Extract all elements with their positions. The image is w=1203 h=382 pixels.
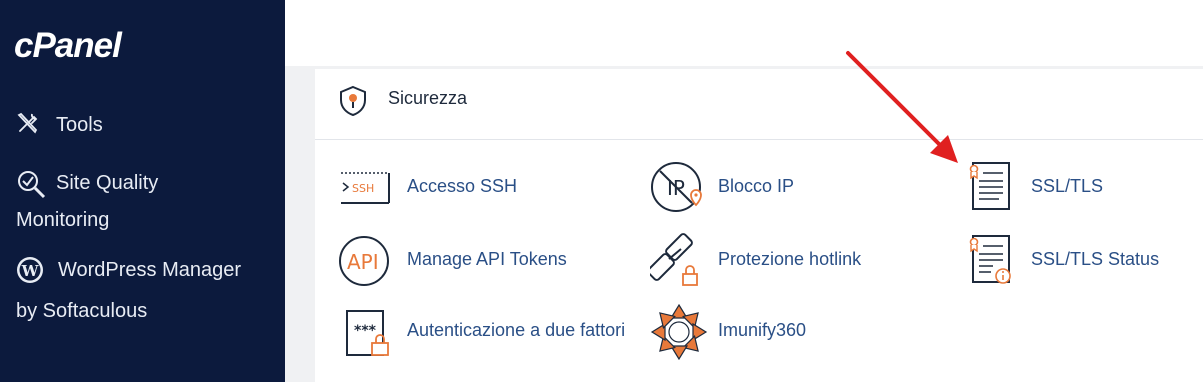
item-label: Autenticazione a due fattori: [407, 320, 626, 340]
sidebar-item-label-line1: Site Quality: [56, 172, 159, 194]
magnifier-check-icon: [18, 171, 46, 199]
ssh-terminal-icon: SSH: [341, 172, 390, 204]
two-factor-lock-icon: ***: [346, 310, 389, 356]
sidebar-item-label-line2: Monitoring: [16, 209, 110, 231]
sidebar: cPanel Tools Site Quality Monitoring W W…: [0, 0, 285, 382]
svg-text:API: API: [347, 250, 379, 274]
svg-text:IP: IP: [667, 176, 685, 200]
svg-text:SSH: SSH: [352, 182, 374, 195]
chain-link-lock-icon: [650, 233, 698, 286]
certificate-icon: [969, 162, 1010, 210]
ip-block-icon: IP: [651, 162, 702, 212]
section-title: Sicurezza: [388, 88, 468, 108]
item-label: SSL/TLS Status: [1031, 249, 1160, 269]
certificate-info-icon: [969, 235, 1011, 284]
imunify360-icon: [650, 303, 708, 361]
svg-text:***: ***: [354, 323, 377, 339]
sidebar-item-label-line2: by Softaculous: [16, 300, 148, 322]
item-label: SSL/TLS: [1031, 176, 1104, 196]
svg-text:W: W: [21, 262, 40, 280]
item-label: Imunify360: [718, 320, 807, 340]
shield-icon: [340, 85, 366, 117]
cpanel-logo[interactable]: cPanel: [14, 26, 122, 66]
item-label: Manage API Tokens: [407, 249, 567, 269]
item-label: Accesso SSH: [407, 176, 518, 196]
security-panel: Sicurezza SSH Accesso SSH IP Blocco IP S…: [315, 69, 1203, 382]
panel-header[interactable]: Sicurezza: [315, 69, 1203, 140]
top-bar: [285, 0, 1203, 66]
item-label: Blocco IP: [718, 176, 795, 196]
sidebar-item-label: Tools: [56, 114, 103, 136]
sidebar-item-label-line1: WordPress Manager: [58, 259, 242, 281]
api-icon: API: [339, 236, 389, 286]
tools-icon: [17, 112, 38, 134]
item-label: Protezione hotlink: [718, 249, 862, 269]
wordpress-icon: W: [17, 257, 43, 283]
